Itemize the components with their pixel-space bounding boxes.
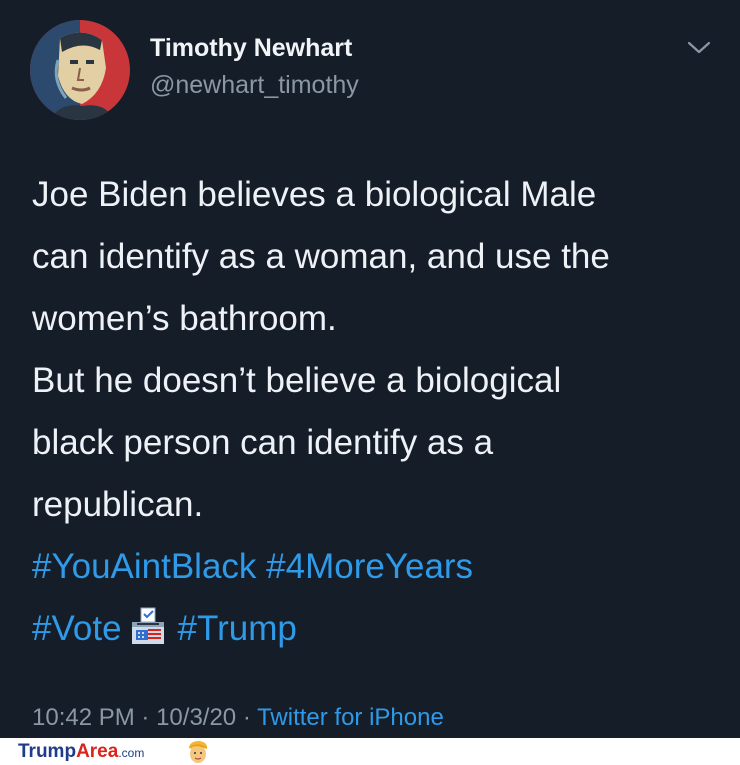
- tweet-text-line: But he doesn’t believe a biological: [32, 361, 562, 400]
- tweet-date[interactable]: 10/3/20: [156, 704, 236, 731]
- tweet-card: Timothy Newhart @newhart_timothy Joe Bid…: [0, 0, 740, 738]
- hashtag-4moreyears[interactable]: #4MoreYears: [266, 547, 473, 586]
- watermark-footer: TrumpArea.com: [0, 738, 740, 765]
- hashtag-youaintblack[interactable]: #YouAintBlack: [32, 547, 256, 586]
- tweet-text-line: black person can identify as a: [32, 423, 494, 462]
- hashtag-line: #Vote #Trump: [32, 598, 722, 660]
- tweet-text-line: republican.: [32, 485, 204, 524]
- tweet-time[interactable]: 10:42 PM: [32, 704, 135, 731]
- tweet-text-line: can identify as a woman, and use the: [32, 237, 610, 276]
- author-handle[interactable]: @newhart_timothy: [150, 71, 359, 100]
- tweet-meta: 10:42 PM · 10/3/20 · Twitter for iPhone: [32, 704, 444, 732]
- trump-face-icon: [189, 741, 208, 763]
- avatar[interactable]: [30, 20, 130, 120]
- hashtag-line: #YouAintBlack #4MoreYears: [32, 536, 722, 598]
- brand-part-trump: Trump: [18, 741, 77, 762]
- brand-part-com: .com: [118, 746, 145, 760]
- hashtag-vote[interactable]: #Vote: [32, 609, 122, 648]
- brand-part-area: Area: [76, 741, 119, 762]
- trumparea-logo[interactable]: TrumpArea.com: [18, 741, 144, 763]
- meta-separator: ·: [141, 704, 150, 731]
- author-name[interactable]: Timothy Newhart: [150, 34, 352, 63]
- tweet-source-link[interactable]: Twitter for iPhone: [257, 704, 444, 731]
- avatar-portrait-icon: [30, 20, 130, 120]
- chevron-down-icon[interactable]: [686, 38, 712, 58]
- tweet-text: Joe Biden believes a biological Male can…: [32, 164, 722, 660]
- hashtag-trump[interactable]: #Trump: [178, 609, 297, 648]
- tweet-text-line: Joe Biden believes a biological Male: [32, 175, 597, 214]
- tweet-text-line: women’s bathroom.: [32, 299, 337, 338]
- ballot-box-icon: [131, 607, 164, 644]
- meta-separator: ·: [242, 704, 251, 731]
